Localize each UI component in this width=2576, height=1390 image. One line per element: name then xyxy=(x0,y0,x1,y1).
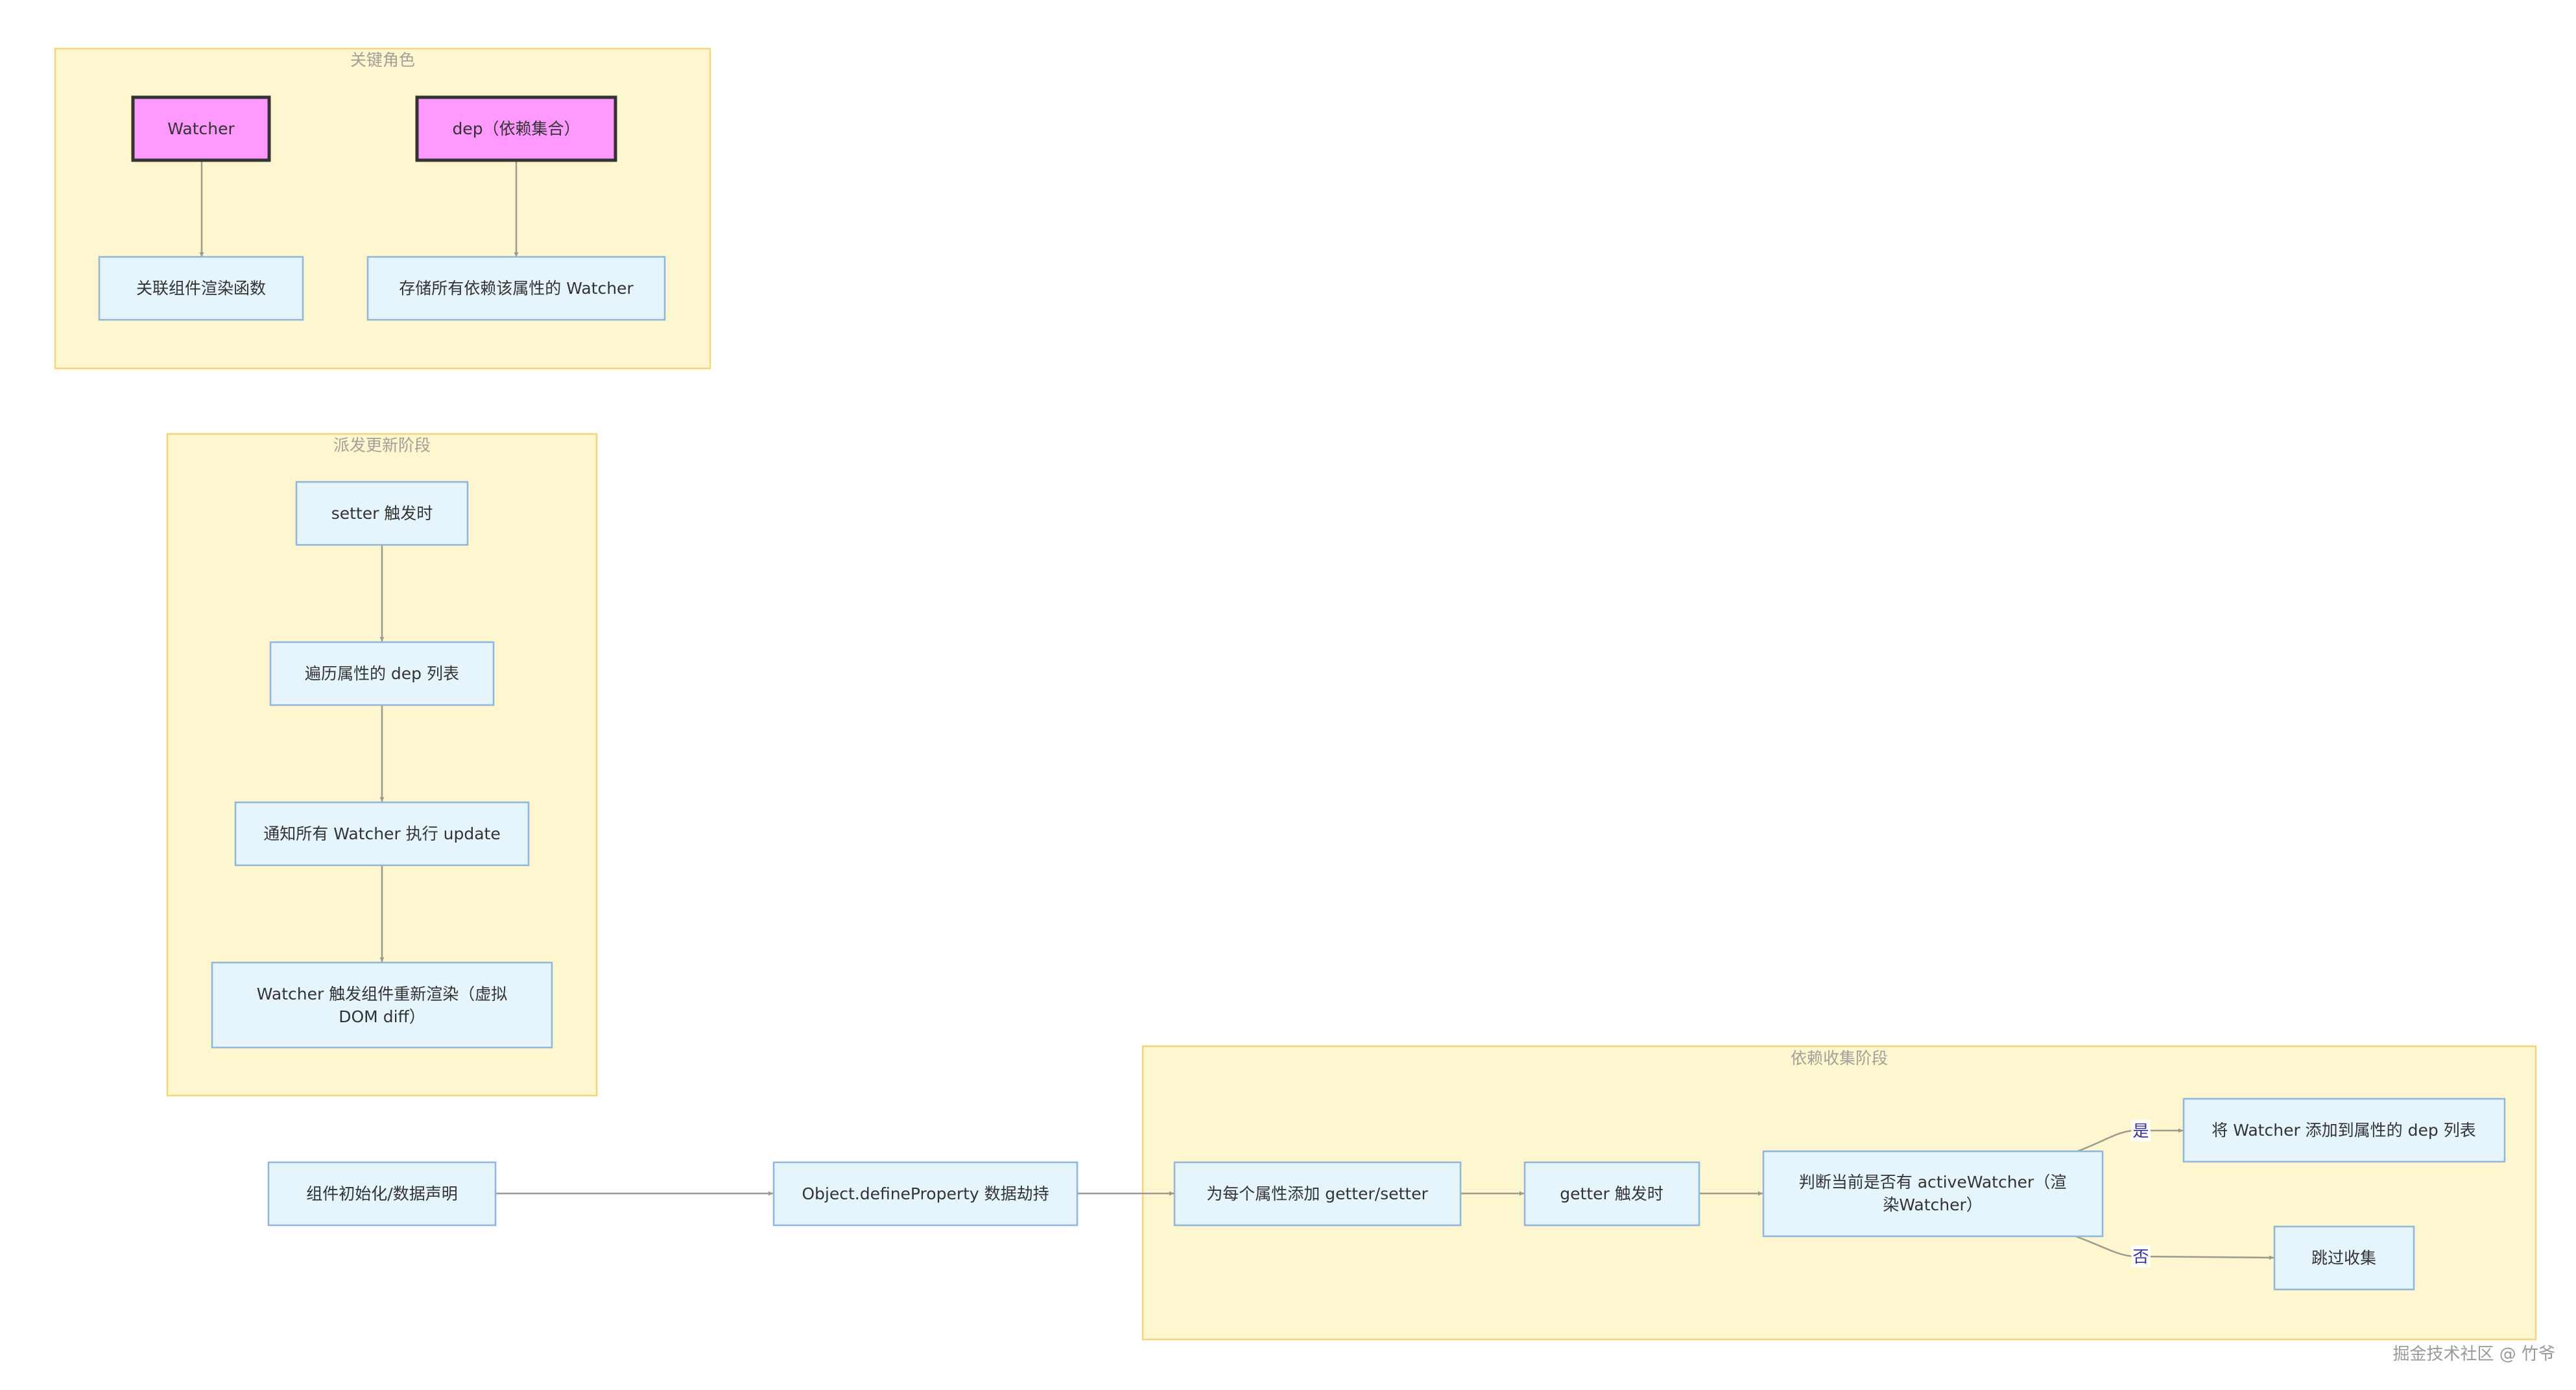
edge-label-no: 否 xyxy=(2131,1245,2151,1267)
watermark-text: 掘金技术社区 @ 竹爷 xyxy=(2392,1345,2555,1364)
edge-label-yes: 是 xyxy=(2131,1120,2151,1142)
svg-text:将 Watcher 添加到属性的 dep 列表: 将 Watcher 添加到属性的 dep 列表 xyxy=(2212,1121,2475,1140)
cluster-dispatch-title: 派发更新阶段 xyxy=(333,436,431,455)
svg-text:关联组件渲染函数: 关联组件渲染函数 xyxy=(136,279,266,298)
node-init[interactable]: 组件初始化/数据声明 xyxy=(267,1161,497,1227)
svg-text:Watcher 触发组件重新渲染（虚拟: Watcher 触发组件重新渲染（虚拟 xyxy=(257,985,507,1003)
node-rerender[interactable]: Watcher 触发组件重新渲染（虚拟 DOM diff） xyxy=(211,961,553,1049)
svg-text:DOM diff）: DOM diff） xyxy=(339,1007,425,1026)
node-notify-update[interactable]: 通知所有 Watcher 执行 update xyxy=(234,801,530,867)
node-watcher[interactable]: Watcher xyxy=(131,95,271,162)
node-define-property[interactable]: Object.defineProperty 数据劫持 xyxy=(772,1161,1079,1227)
node-dep[interactable]: dep（依赖集合） xyxy=(415,95,617,162)
svg-text:getter 触发时: getter 触发时 xyxy=(1560,1184,1663,1203)
svg-text:是: 是 xyxy=(2132,1121,2149,1140)
node-getter-trigger[interactable]: getter 触发时 xyxy=(1523,1161,1700,1227)
node-judge-active-watcher[interactable]: 判断当前是否有 activeWatcher（渲 染Watcher） xyxy=(1762,1150,2104,1238)
svg-text:跳过收集: 跳过收集 xyxy=(2311,1249,2376,1267)
svg-text:Watcher: Watcher xyxy=(167,119,235,138)
svg-text:为每个属性添加 getter/setter: 为每个属性添加 getter/setter xyxy=(1206,1184,1428,1203)
svg-text:Object.defineProperty 数据劫持: Object.defineProperty 数据劫持 xyxy=(802,1184,1049,1203)
node-add-getter-setter[interactable]: 为每个属性添加 getter/setter xyxy=(1173,1161,1462,1227)
node-store-watchers[interactable]: 存储所有依赖该属性的 Watcher xyxy=(366,256,666,321)
node-add-watcher-to-dep[interactable]: 将 Watcher 添加到属性的 dep 列表 xyxy=(2182,1097,2506,1163)
svg-text:组件初始化/数据声明: 组件初始化/数据声明 xyxy=(306,1184,457,1203)
svg-text:否: 否 xyxy=(2132,1247,2149,1266)
svg-text:染Watcher）: 染Watcher） xyxy=(1883,1195,1983,1214)
cluster-roles-title: 关键角色 xyxy=(350,51,415,69)
cluster-collect-title: 依赖收集阶段 xyxy=(1791,1049,1888,1068)
svg-text:dep（依赖集合）: dep（依赖集合） xyxy=(452,119,580,138)
svg-text:判断当前是否有 activeWatcher（渲: 判断当前是否有 activeWatcher（渲 xyxy=(1799,1173,2066,1192)
svg-text:遍历属性的 dep 列表: 遍历属性的 dep 列表 xyxy=(305,664,459,683)
node-skip-collect[interactable]: 跳过收集 xyxy=(2273,1225,2415,1291)
flowchart-diagram: 关键角色 派发更新阶段 依赖收集阶段 是 否 Watcher dep（依赖集合）… xyxy=(54,47,2555,1364)
node-traverse-dep[interactable]: 遍历属性的 dep 列表 xyxy=(269,641,495,706)
svg-text:通知所有 Watcher 执行 update: 通知所有 Watcher 执行 update xyxy=(263,824,500,843)
node-render-function[interactable]: 关联组件渲染函数 xyxy=(98,256,304,321)
node-setter-trigger[interactable]: setter 触发时 xyxy=(295,481,469,546)
svg-text:存储所有依赖该属性的 Watcher: 存储所有依赖该属性的 Watcher xyxy=(399,279,634,298)
svg-text:setter 触发时: setter 触发时 xyxy=(331,504,433,523)
